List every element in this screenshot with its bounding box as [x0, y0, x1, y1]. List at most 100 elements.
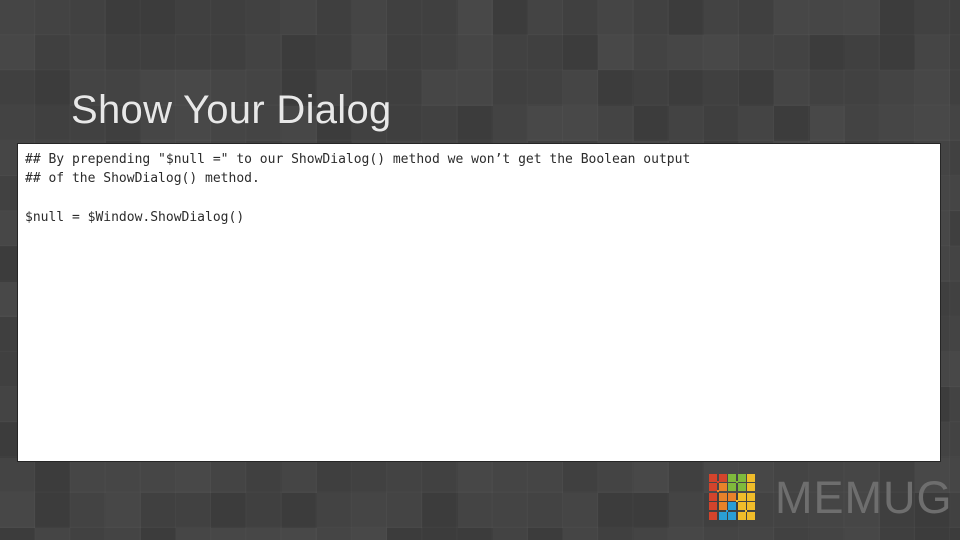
- background-tile: [281, 35, 317, 71]
- logo-pixel: [709, 473, 717, 482]
- background-tile: [281, 0, 317, 36]
- background-tile: [704, 0, 740, 36]
- background-tile: [563, 0, 599, 36]
- background-tile: [422, 70, 458, 106]
- background-tile: [950, 176, 960, 212]
- background-tile: [492, 528, 528, 540]
- background-tile: [633, 70, 669, 106]
- background-tile: [633, 492, 669, 528]
- background-tile: [950, 211, 960, 247]
- background-tile: [140, 457, 176, 493]
- logo-pixel-connector: [717, 489, 719, 492]
- background-tile: [598, 0, 634, 36]
- background-tile: [281, 492, 317, 528]
- logo-pixel: [709, 492, 717, 501]
- background-tile: [950, 70, 960, 106]
- background-tile: [950, 281, 960, 317]
- background-tile: [492, 105, 528, 141]
- background-tile: [422, 35, 458, 71]
- background-tile: [0, 492, 36, 528]
- logo-pixel: [728, 502, 737, 511]
- background-tile: [35, 457, 71, 493]
- background-tile: [633, 528, 669, 540]
- background-tile: [880, 35, 916, 71]
- background-tile: [563, 70, 599, 106]
- background-tile: [0, 457, 36, 493]
- background-tile: [950, 105, 960, 141]
- background-tile: [387, 35, 423, 71]
- background-tile: [140, 35, 176, 71]
- background-tile: [316, 528, 352, 540]
- background-tile: [739, 0, 775, 36]
- logo-pixel: [709, 483, 717, 492]
- background-tile: [880, 70, 916, 106]
- logo-pixel: [718, 511, 727, 520]
- background-tile: [704, 35, 740, 71]
- background-tile: [598, 105, 634, 141]
- background-tile: [246, 0, 282, 36]
- background-tile: [598, 492, 634, 528]
- background-tile: [70, 35, 106, 71]
- background-tile: [528, 457, 564, 493]
- background-tile: [774, 528, 810, 540]
- background-tile: [457, 70, 493, 106]
- background-tile: [387, 70, 423, 106]
- background-tile: [35, 35, 71, 71]
- code-block: ## By prepending "$null =" to our ShowDi…: [25, 152, 691, 225]
- background-tile: [105, 492, 141, 528]
- background-tile: [668, 457, 704, 493]
- background-tile: [528, 105, 564, 141]
- background-tile: [422, 0, 458, 36]
- background-tile: [880, 105, 916, 141]
- background-tile: [492, 457, 528, 493]
- background-tile: [633, 457, 669, 493]
- background-tile: [880, 528, 916, 540]
- background-tile: [140, 492, 176, 528]
- background-tile: [211, 0, 247, 36]
- background-tile: [105, 0, 141, 36]
- background-tile: [352, 492, 388, 528]
- background-tile: [211, 528, 247, 540]
- background-tile: [492, 0, 528, 36]
- background-tile: [704, 528, 740, 540]
- logo-pixel: [718, 492, 727, 501]
- background-tile: [774, 0, 810, 36]
- background-tile: [563, 528, 599, 540]
- background-tile: [176, 0, 212, 36]
- background-tile: [809, 70, 845, 106]
- background-tile: [950, 35, 960, 71]
- background-tile: [176, 35, 212, 71]
- logo-pixel: [737, 473, 746, 482]
- background-tile: [774, 105, 810, 141]
- background-tile: [422, 457, 458, 493]
- background-tile: [492, 70, 528, 106]
- background-tile: [809, 0, 845, 36]
- background-tile: [387, 492, 423, 528]
- background-tile: [844, 528, 880, 540]
- background-tile: [105, 35, 141, 71]
- background-tile: [809, 35, 845, 71]
- background-tile: [668, 105, 704, 141]
- background-tile: [70, 0, 106, 36]
- background-tile: [950, 316, 960, 352]
- logo-pixel: [718, 473, 727, 482]
- background-tile: [0, 70, 36, 106]
- logo-pixel: [737, 511, 746, 520]
- background-tile: [950, 140, 960, 176]
- background-tile: [35, 0, 71, 36]
- background-tile: [633, 0, 669, 36]
- background-tile: [211, 492, 247, 528]
- background-tile: [528, 70, 564, 106]
- background-tile: [739, 35, 775, 71]
- background-tile: [387, 457, 423, 493]
- background-tile: [457, 105, 493, 141]
- background-tile: [598, 70, 634, 106]
- background-tile: [704, 105, 740, 141]
- background-tile: [950, 246, 960, 282]
- logo-pixel-connector: [726, 509, 728, 512]
- background-tile: [563, 105, 599, 141]
- logo-pixel-connector: [736, 499, 738, 502]
- background-tile: [528, 528, 564, 540]
- background-tile: [0, 35, 36, 71]
- background-tile: [352, 35, 388, 71]
